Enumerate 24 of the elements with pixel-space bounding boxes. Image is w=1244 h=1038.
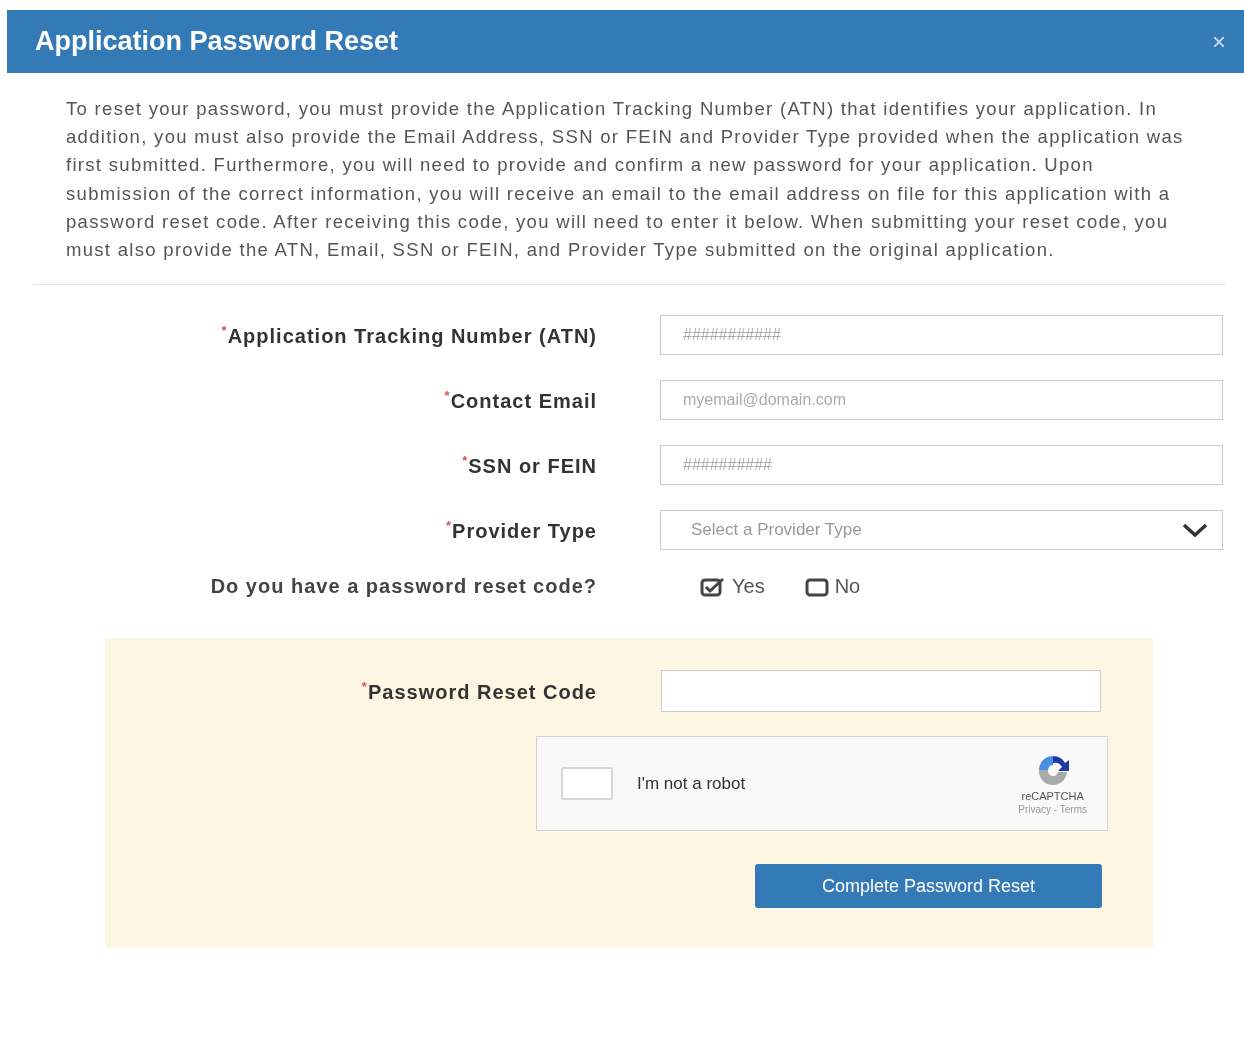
captcha-brand: reCAPTCHA (1021, 790, 1084, 803)
checkbox-icon[interactable] (804, 576, 829, 597)
chevron-down-icon (1182, 523, 1208, 538)
input-field[interactable] (661, 670, 1101, 713)
field-label: $^{*}$Provider Type (446, 517, 597, 543)
input-field[interactable]: ########### (660, 315, 1223, 356)
dialog-title: Application Password Reset (35, 26, 399, 57)
captcha-label: I'm not a robot (637, 773, 747, 794)
captcha-checkbox[interactable] (561, 767, 613, 801)
field-label: $^{*}$Application Tracking Number (ATN) (221, 322, 597, 348)
input-field[interactable]: ########## (660, 445, 1223, 486)
instructions-text: To reset your password, you must provide the Application Tracking Number (ATN) that identifies your application. In addition, you must also provide the Email Address, SSN or FEIN and Provider Type provided when the application was first submitted. Furthermore, you will need to provide and confirm a new password for your application. Upon submission of the correct information, you will receive an email to the email address on file for this application with a password reset code. After receiving this code, you will need to enter it below. When submitting your reset code, you must also provide the ATN, Email, SSN or FEIN, and Provider Type submitted on the original application. (66, 97, 1185, 262)
field-label: $^{*}$Contact Email (444, 387, 597, 413)
input-field[interactable]: myemail@domain.com (660, 380, 1223, 421)
field-label: $^{*}$Password Reset Code (361, 678, 597, 704)
checked-checkbox-icon[interactable] (700, 576, 726, 597)
submit-button[interactable]: Complete Password Reset (755, 864, 1102, 909)
provider-type-dropdown[interactable]: Select a Provider Type (660, 510, 1223, 551)
captcha-links[interactable]: Privacy - Terms (1018, 804, 1087, 816)
option-label[interactable]: Yes (732, 575, 765, 599)
question-label: Do you have a password reset code? (210, 575, 597, 599)
close-button[interactable]: × (1212, 27, 1226, 56)
option-label[interactable]: No (834, 575, 861, 599)
field-label: $^{*}$SSN or FEIN (462, 452, 597, 478)
